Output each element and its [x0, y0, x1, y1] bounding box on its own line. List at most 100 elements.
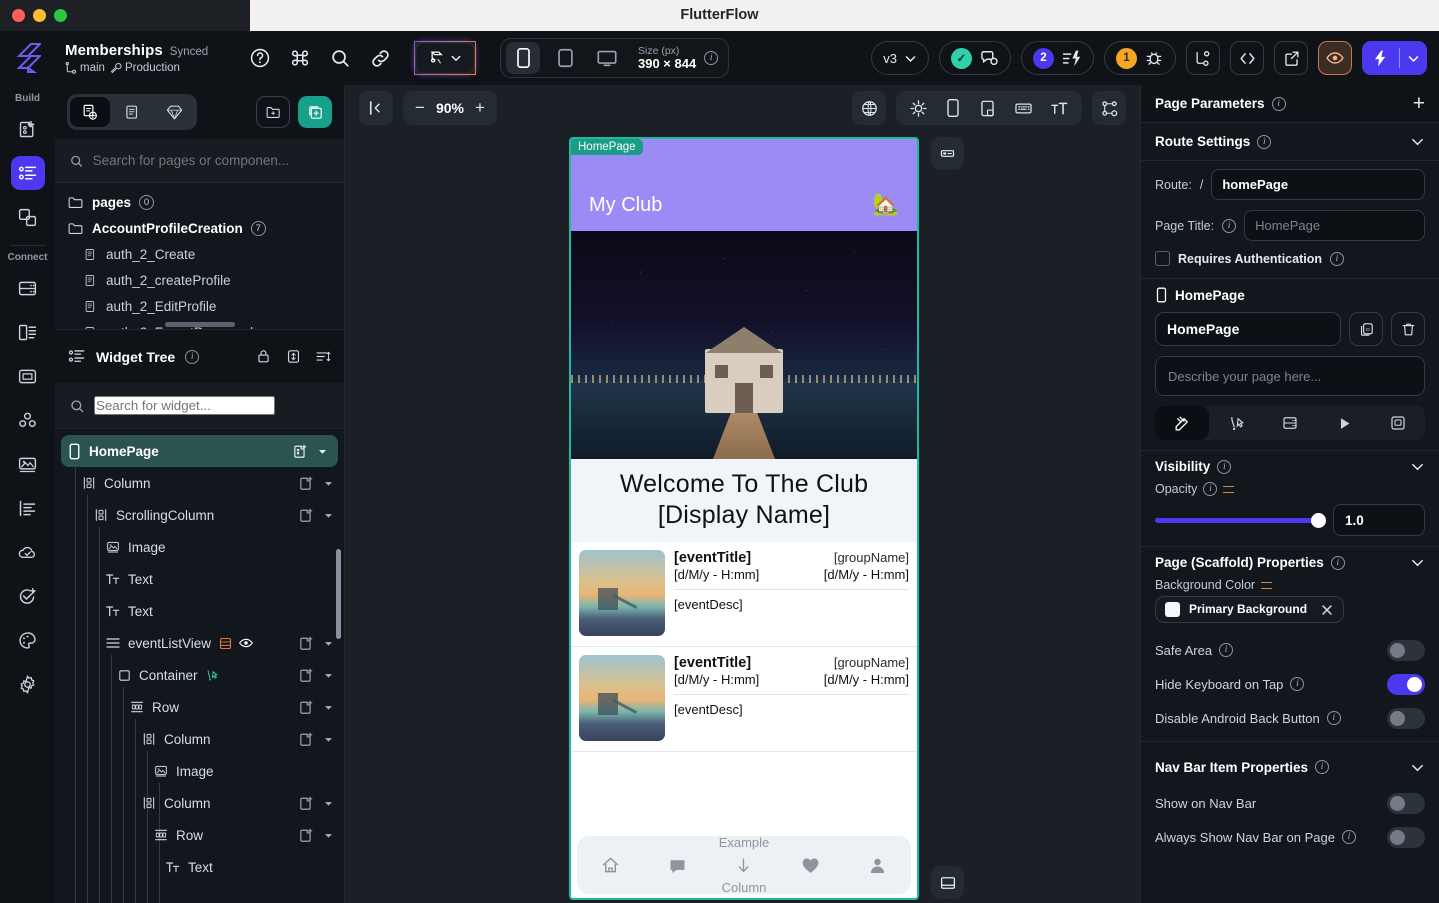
tab-animations[interactable] [1317, 406, 1371, 440]
page-title-input[interactable]: HomePage [1244, 210, 1425, 241]
pages-search-input[interactable] [92, 153, 330, 168]
activity-status-group[interactable]: 2 [1021, 41, 1094, 75]
zoom-out-button[interactable]: − [415, 98, 425, 118]
code-view-button[interactable] [1230, 41, 1264, 75]
tab-pages-components[interactable] [70, 97, 110, 127]
info-icon[interactable]: i [1203, 482, 1218, 496]
pages-panel-tabs[interactable] [67, 94, 197, 130]
widget-options-caret-icon[interactable] [323, 478, 334, 489]
version-selector[interactable]: v3 [871, 41, 929, 75]
widget-options-caret-icon[interactable] [323, 510, 334, 521]
sidebar-item-api[interactable] [11, 315, 45, 349]
widget-node-scrollingcolumn[interactable]: ScrollingColumn [55, 499, 344, 531]
add-child-widget-button[interactable] [298, 507, 315, 524]
sidebar-item-tests[interactable] [11, 579, 45, 613]
navigation-graph-button[interactable] [1186, 41, 1220, 75]
widget-node-row[interactable]: Row [55, 691, 344, 723]
pages-tree[interactable]: pages 0 AccountProfileCreation 7 auth_2_… [55, 183, 344, 329]
show-on-navbar-toggle[interactable] [1387, 792, 1425, 814]
tab-design[interactable] [1155, 406, 1209, 440]
add-child-widget-button[interactable] [298, 635, 315, 652]
add-child-widget-button[interactable] [298, 795, 315, 812]
tab-actions[interactable] [1209, 406, 1263, 440]
sidebar-item-database[interactable] [11, 271, 45, 305]
widget-node-text[interactable]: Text [55, 851, 344, 883]
list-item[interactable]: auth_2_createProfile [55, 267, 344, 293]
requires-auth-checkbox[interactable] [1155, 251, 1170, 266]
sidebar-item-integrations[interactable] [11, 403, 45, 437]
safe-area-row[interactable]: Safe Area i [1141, 633, 1439, 667]
eye-icon[interactable] [238, 635, 254, 651]
ai-magic-button[interactable] [414, 41, 476, 75]
opacity-value-input[interactable]: 1.0 [1333, 504, 1425, 536]
info-icon[interactable]: i [1330, 251, 1344, 266]
widget-node-row[interactable]: Row [55, 819, 344, 851]
route-input[interactable]: homePage [1211, 169, 1425, 200]
list-item[interactable]: auth_2_Create [55, 241, 344, 267]
always-show-navbar-row[interactable]: Always Show Nav Bar on Page i [1141, 820, 1439, 854]
event-list-item[interactable]: [eventTitle] [groupName] [d/M/y - H:mm] … [571, 542, 917, 647]
desktop-icon[interactable] [590, 42, 624, 74]
sidebar-item-components[interactable] [11, 200, 45, 234]
chevron-down-icon[interactable] [1410, 760, 1425, 775]
add-child-widget-button[interactable] [298, 827, 315, 844]
hide-keyboard-toggle[interactable] [1387, 673, 1425, 695]
page-name-input[interactable]: HomePage [1155, 312, 1341, 346]
maximize-window-button[interactable] [54, 9, 67, 22]
disable-back-button-row[interactable]: Disable Android Back Button i [1141, 701, 1439, 735]
widget-options-caret-icon[interactable] [323, 638, 334, 649]
branch-selector[interactable]: main [65, 62, 105, 74]
sidebar-item-deploy[interactable] [11, 535, 45, 569]
navbar-section-header[interactable]: Nav Bar Item Properties i [1141, 748, 1439, 786]
add-child-widget-button[interactable] [292, 443, 309, 460]
route-settings-section-header[interactable]: Route Settings i [1141, 123, 1439, 161]
add-child-widget-button[interactable] [298, 731, 315, 748]
close-window-button[interactable] [12, 9, 25, 22]
action-icon[interactable] [205, 668, 220, 683]
add-child-widget-button[interactable] [298, 667, 315, 684]
widget-node-text[interactable]: Text [55, 563, 344, 595]
widget-tree-list[interactable]: HomePage Column ScrollingColumn Image Te… [55, 429, 344, 903]
chevron-down-icon[interactable] [1410, 459, 1425, 474]
widget-node-eventlistview[interactable]: eventListView [55, 627, 344, 659]
lock-tree-button[interactable] [255, 348, 272, 365]
phone-icon[interactable] [506, 42, 540, 74]
chat-icon[interactable] [667, 855, 688, 876]
split-icon[interactable] [978, 99, 997, 118]
visibility-section-header[interactable]: Visibility i [1155, 459, 1425, 474]
minimize-window-button[interactable] [33, 9, 46, 22]
requires-auth-row[interactable]: Requires Authentication i [1155, 251, 1425, 266]
chevron-down-icon[interactable] [1410, 134, 1425, 149]
tab-premium[interactable] [154, 97, 194, 127]
clear-color-icon[interactable] [1320, 603, 1334, 617]
delete-page-button[interactable] [1391, 312, 1425, 346]
sidebar-item-page-selector[interactable] [10, 156, 45, 190]
info-icon[interactable]: i [1326, 711, 1341, 725]
chevron-down-icon[interactable] [1410, 555, 1425, 570]
info-icon[interactable]: i [704, 51, 719, 65]
zoom-control[interactable]: − 90% + [403, 91, 497, 125]
person-icon[interactable] [867, 855, 888, 876]
info-icon[interactable]: i [1341, 830, 1356, 844]
preview-bottom-navbar[interactable]: Example Column [577, 835, 911, 895]
tab-state[interactable] [1371, 406, 1425, 440]
brightness-icon[interactable] [909, 99, 928, 118]
expand-collapse-button[interactable] [285, 348, 302, 365]
comments-status-group[interactable]: ✓ [939, 41, 1011, 75]
new-folder-button[interactable] [256, 96, 290, 128]
house-emoji-icon[interactable]: 🏡 [873, 193, 899, 217]
backend-query-icon[interactable] [218, 636, 233, 651]
info-icon[interactable]: i [1290, 677, 1305, 691]
run-app-button[interactable] [1362, 41, 1427, 75]
add-child-widget-button[interactable] [298, 475, 315, 492]
show-on-navbar-row[interactable]: Show on Nav Bar [1141, 786, 1439, 820]
keyboard-icon[interactable] [1013, 99, 1034, 118]
widget-node-column[interactable]: Column [55, 787, 344, 819]
sidebar-item-add-widget[interactable] [11, 112, 45, 146]
flutterflow-logo-icon[interactable] [0, 31, 55, 85]
widget-node-image[interactable]: Image [55, 755, 344, 787]
widget-node-text[interactable]: Text [55, 595, 344, 627]
list-item[interactable]: AccountProfileCreation 7 [55, 215, 344, 241]
text-size-icon[interactable] [1050, 99, 1069, 118]
web-preview-button[interactable] [852, 91, 886, 125]
